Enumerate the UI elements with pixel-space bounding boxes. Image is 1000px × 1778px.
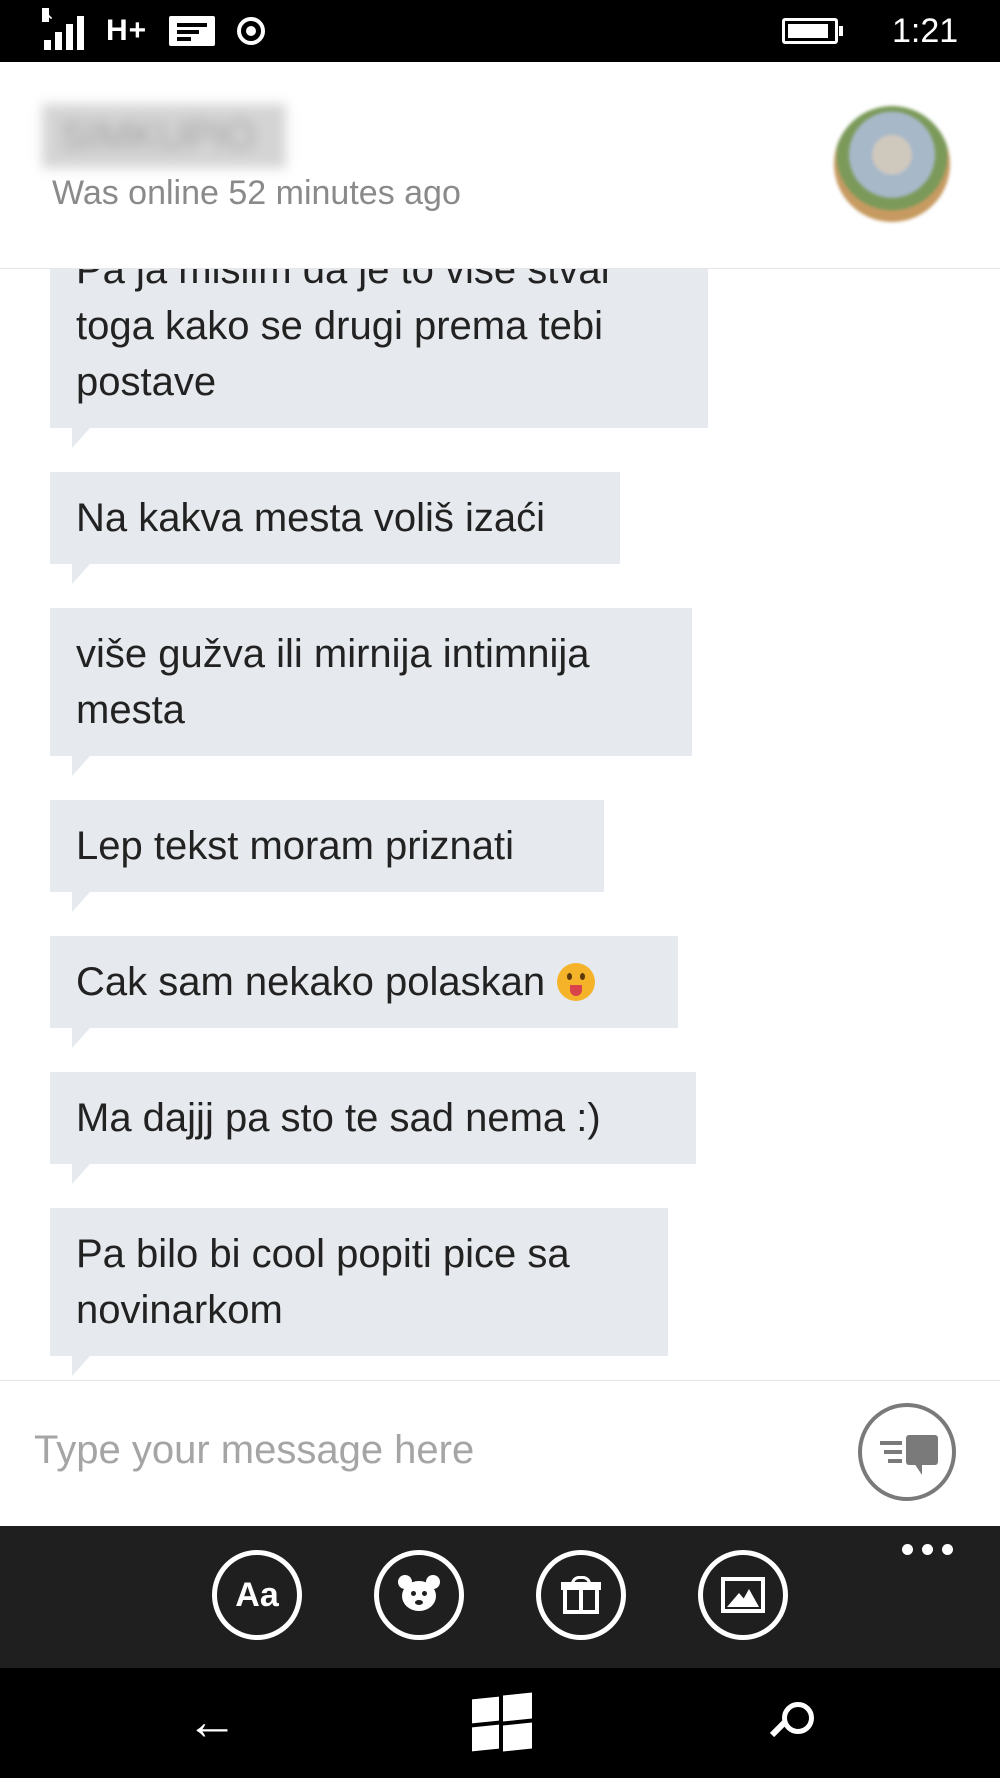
system-nav-bar: ← [0,1668,1000,1778]
conversation-view[interactable]: Pa ja mislim da je to više stvar toga ka… [0,269,1000,1379]
presence-status: Was online 52 minutes ago [52,174,461,212]
avatar[interactable] [834,106,950,222]
font-button[interactable]: Aa [212,1550,302,1640]
status-bar: ↖ H+ 1:21 [0,0,1000,62]
app-bar: Aa [0,1526,1000,1668]
message-bubble: Cak sam nekako polaskan [50,936,678,1028]
message-text: Pa ja mislim da je to više stvar toga ka… [50,269,708,428]
clock: 1:21 [892,12,959,50]
message-item[interactable]: više gužva ili mirnija intimnija mesta [50,608,708,776]
message-text: Pa bilo bi cool popiti pice sa novinarko… [50,1208,668,1356]
gift-button[interactable] [536,1550,626,1640]
message-item[interactable]: Ma dajjj pa sto te sad nema :) [50,1072,708,1184]
image-icon [721,1577,765,1613]
chat-header: SIMKUPIO Was online 52 minutes ago [0,62,1000,269]
message-item[interactable]: Cak sam nekako polaskan [50,936,708,1048]
message-list: Pa ja mislim da je to više stvar toga ka… [50,269,708,1379]
message-item[interactable]: Pa ja mislim da je to više stvar toga ka… [50,269,708,448]
search-icon[interactable] [769,1698,820,1748]
message-text: Lep tekst moram priznati [50,800,604,892]
image-button[interactable] [698,1550,788,1640]
message-input[interactable] [32,1409,816,1491]
message-item[interactable]: Na kakva mesta voliš izaći [50,472,708,584]
message-text: Cak sam nekako polaskan [76,960,546,1004]
status-left: ↖ H+ [42,8,266,50]
back-icon[interactable]: ← [186,1692,238,1752]
more-icon[interactable] [902,1544,953,1555]
network-type: H+ [106,14,148,47]
contact-name[interactable]: SIMKUPIO [42,104,286,168]
windows-start-icon[interactable] [472,1692,532,1754]
message-notification-icon [169,16,216,46]
gift-icon [561,1576,601,1614]
emoticon-icon [396,1575,442,1615]
location-icon [237,17,266,45]
message-text: Ma dajjj pa sto te sad nema :) [50,1072,696,1164]
message-text: Na kakva mesta voliš izaći [50,472,620,564]
message-item[interactable]: Pa bilo bi cool popiti pice sa novinarko… [50,1208,708,1376]
signal-strength-icon: ↖ [42,8,84,50]
message-text: više gužva ili mirnija intimnija mesta [50,608,692,756]
send-message-icon[interactable] [858,1403,956,1501]
composer [0,1380,1000,1527]
emoticon-button[interactable] [374,1550,464,1640]
tongue-out-emoji-icon [557,963,596,1001]
font-icon: Aa [235,1575,279,1614]
battery-icon [782,18,843,44]
message-item[interactable]: Lep tekst moram priznati [50,800,708,912]
